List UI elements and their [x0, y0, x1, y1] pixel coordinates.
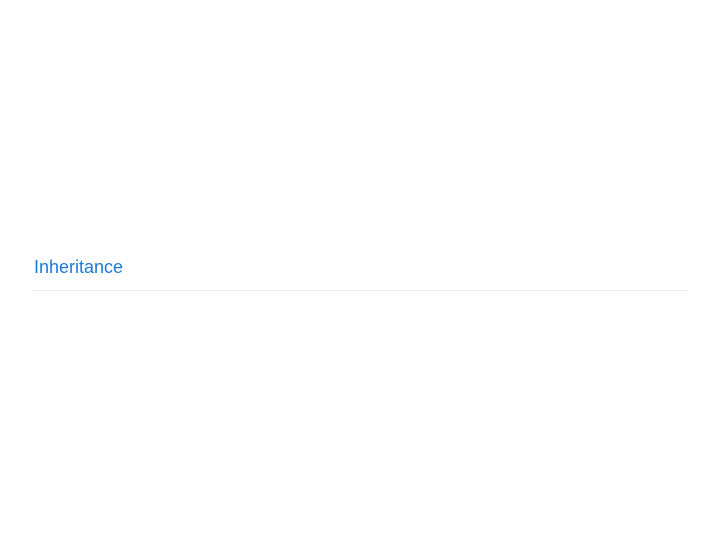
- section-heading: Inheritance: [34, 255, 123, 280]
- document-page: Inheritance: [0, 0, 720, 557]
- section-divider: [34, 290, 686, 291]
